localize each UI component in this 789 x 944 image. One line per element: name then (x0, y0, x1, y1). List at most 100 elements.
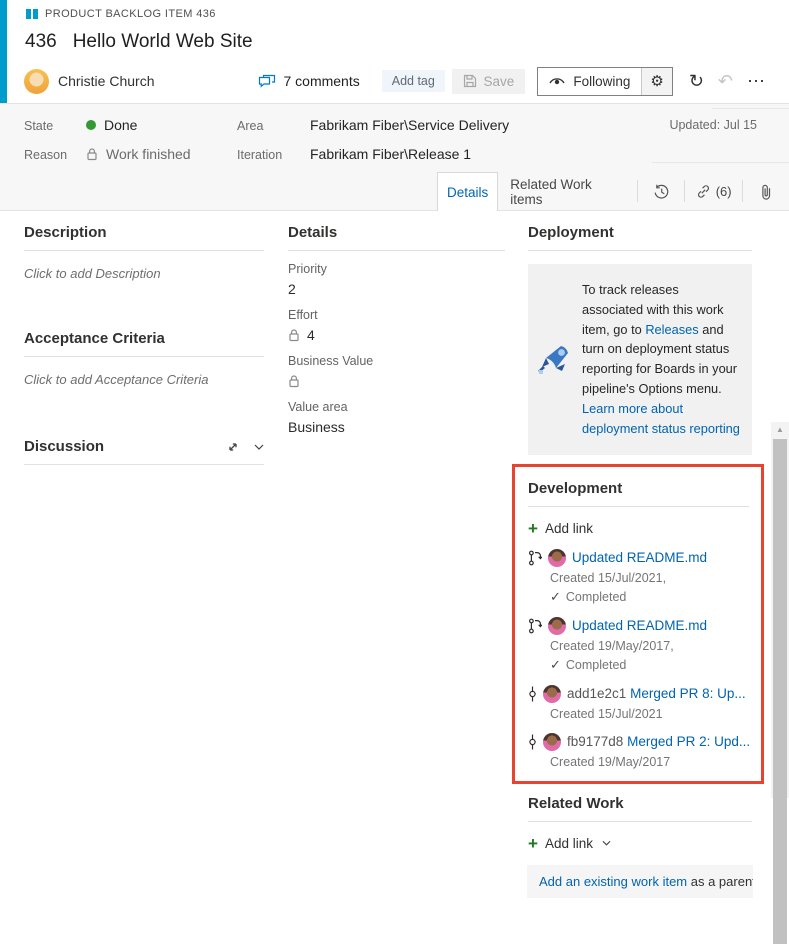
work-item-title-input[interactable]: Hello World Web Site (73, 31, 253, 53)
development-add-link-label: Add link (544, 520, 593, 536)
column-deployment-development: Deployment To track releases associated … (512, 211, 764, 898)
description-editor[interactable]: Click to add Description (24, 266, 264, 281)
commit-link[interactable]: Merged PR 2: Upd... (627, 734, 749, 749)
links-icon (696, 184, 711, 199)
value-area-input[interactable]: Business (288, 419, 505, 435)
more-actions-button[interactable]: ⋯ (747, 71, 765, 92)
tab-history[interactable] (638, 172, 684, 211)
business-value-field: Business Value (288, 354, 505, 389)
assignee-avatar[interactable] (24, 68, 49, 94)
development-title: Development (528, 479, 623, 497)
scroll-up-arrow-icon[interactable]: ▲ (771, 425, 789, 434)
pull-request-link[interactable]: Updated README.md (572, 618, 707, 633)
avatar (548, 616, 566, 635)
scrollbar-thumb[interactable] (773, 439, 787, 944)
commit-hash: add1e2c1 (567, 686, 627, 702)
details-tab-content: Description Click to add Description Acc… (0, 211, 789, 944)
discussion-expand-button[interactable] (226, 440, 240, 454)
acceptance-criteria-editor[interactable]: Click to add Acceptance Criteria (24, 372, 264, 387)
avatar (543, 684, 561, 703)
refresh-button[interactable]: ↻ (689, 71, 704, 92)
tab-details[interactable]: Details (437, 172, 499, 211)
add-icon: + (528, 518, 538, 538)
check-icon: ✓ (550, 656, 561, 672)
created-date: Created 19/May/2017, (550, 638, 674, 653)
lock-icon (288, 374, 300, 388)
comments-icon (258, 74, 276, 89)
pull-request-icon (528, 550, 542, 566)
commit-link[interactable]: Merged PR 8: Up... (630, 686, 746, 701)
related-work-heading: Related Work (528, 784, 752, 822)
avatar (548, 548, 566, 567)
priority-label: Priority (288, 262, 327, 276)
development-highlight-box: Development + Add link Updated README.md… (512, 463, 764, 784)
tab-related-work-items[interactable]: Related Work items (498, 172, 637, 211)
state-value: Done (104, 117, 138, 133)
chevron-down-icon (254, 444, 264, 450)
state-field[interactable]: Done (86, 117, 137, 133)
add-existing-work-item-link[interactable]: Add an existing work item (539, 874, 687, 889)
development-item: fb9177d8 Merged PR 2: Upd... Created 19/… (528, 732, 749, 769)
title-row: 436 Hello World Web Site (25, 31, 253, 53)
work-item-id: 436 (25, 31, 57, 52)
description-title: Description (24, 224, 107, 241)
vertical-scrollbar[interactable]: ▲ (771, 422, 789, 944)
iteration-field[interactable]: Fabrikam Fiber\Release 1 (310, 146, 471, 162)
development-item: add1e2c1 Merged PR 8: Up... Created 15/J… (528, 684, 749, 721)
pr-status: Completed (565, 589, 627, 604)
work-item-header: PRODUCT BACKLOG ITEM 436 436 Hello World… (0, 0, 789, 103)
following-label: Following (573, 73, 631, 89)
refresh-icon: ↻ (688, 70, 704, 91)
related-work-title: Related Work (528, 794, 624, 812)
effort-value: 4 (307, 327, 315, 343)
work-item-type-row: PRODUCT BACKLOG ITEM 436 (25, 7, 216, 21)
pull-request-link[interactable]: Updated README.md (572, 550, 707, 565)
reason-label: Reason (24, 148, 68, 162)
rocket-icon (535, 339, 575, 379)
area-field[interactable]: Fabrikam Fiber\Service Delivery (310, 117, 509, 133)
tab-links[interactable]: (6) (685, 172, 742, 211)
save-icon (463, 74, 477, 88)
development-heading: Development (528, 467, 749, 507)
lock-icon (288, 328, 300, 342)
created-date: Created 15/Jul/2021 (550, 706, 663, 721)
priority-input[interactable]: 2 (288, 281, 505, 297)
links-count: (6) (715, 184, 732, 199)
deployment-info-box: To track releases associated with this w… (528, 264, 752, 455)
tab-band: Details Related Work items (6) (0, 170, 789, 211)
following-button[interactable]: Following (538, 67, 642, 95)
undo-button[interactable]: ↶ (718, 71, 733, 92)
releases-link[interactable]: Releases (645, 322, 698, 337)
acceptance-criteria-heading: Acceptance Criteria (24, 317, 264, 357)
tab-attachments[interactable] (743, 172, 789, 211)
acceptance-criteria-title: Acceptance Criteria (24, 330, 165, 347)
effort-label: Effort (288, 308, 318, 322)
discussion-heading: Discussion (24, 425, 264, 465)
add-tag-button[interactable]: Add tag (381, 70, 445, 92)
comments-button[interactable]: 7 comments (258, 73, 360, 89)
iteration-label: Iteration (237, 148, 283, 162)
deployment-title: Deployment (528, 224, 614, 241)
discussion-collapse-button[interactable] (254, 444, 264, 450)
column-description: Description Click to add Description Acc… (24, 211, 264, 465)
description-heading: Description (24, 211, 264, 251)
column-details: Details Priority 2 Effort 4 Business Val… (288, 211, 505, 435)
value-area-field: Value area Business (288, 400, 505, 435)
related-work-add-link-button[interactable]: + Add link (528, 835, 752, 852)
updated-timestamp: Updated: Jul 15 (669, 118, 757, 132)
reason-value: Work finished (106, 146, 191, 162)
gear-icon: ⚙ (650, 73, 664, 90)
details-heading: Details (288, 211, 505, 251)
paperclip-icon (761, 184, 771, 200)
product-backlog-item-icon (25, 7, 39, 21)
save-button[interactable]: Save (451, 68, 526, 94)
pr-status: Completed (565, 657, 627, 672)
commit-icon (528, 686, 537, 702)
value-area-label: Value area (288, 400, 348, 414)
notification-settings-button[interactable]: ⚙ (641, 67, 672, 95)
assignee-name[interactable]: Christie Church (58, 73, 154, 89)
development-add-link-button[interactable]: + Add link (528, 520, 749, 537)
divider (652, 162, 789, 163)
learn-more-link[interactable]: Learn more about deployment status repor… (582, 401, 740, 436)
deployment-heading: Deployment (528, 211, 752, 251)
